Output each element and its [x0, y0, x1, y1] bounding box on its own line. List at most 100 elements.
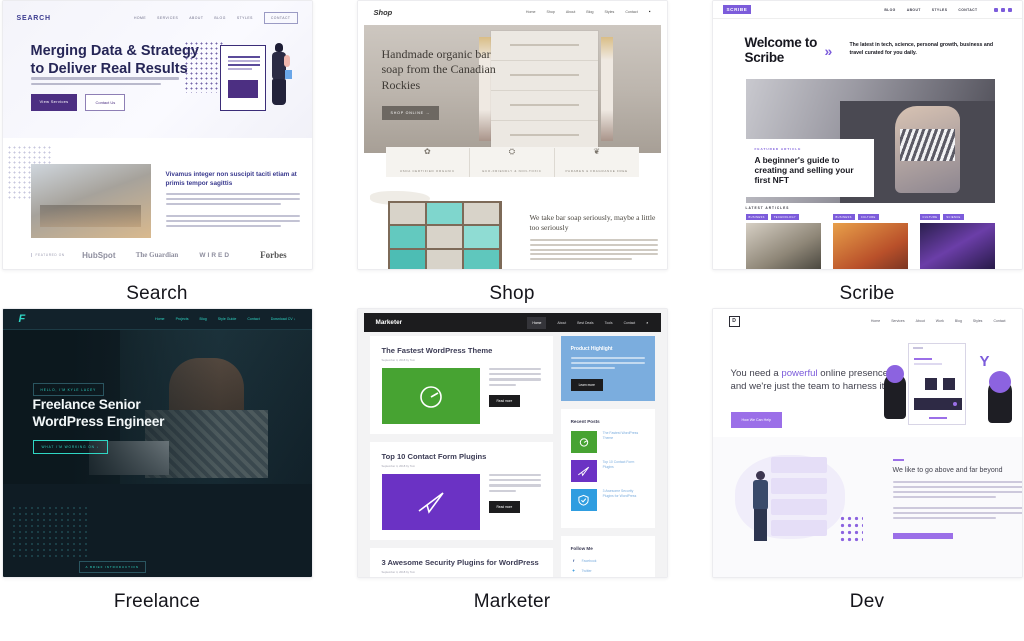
- search-nav-item[interactable]: SERVICES: [157, 16, 178, 20]
- read-more-button[interactable]: Read more: [488, 500, 521, 513]
- template-thumbnail-dev[interactable]: D Home Services About Work Blog Styles C…: [711, 308, 1023, 578]
- scribe-article-card[interactable]: BUSINESS CULTURE: [832, 214, 908, 269]
- learn-more-button[interactable]: Learn more: [570, 379, 603, 392]
- marketer-nav-item[interactable]: Contact: [624, 321, 636, 325]
- search-nav-item[interactable]: HOME: [134, 16, 146, 20]
- search-nav-item[interactable]: BLOG: [214, 16, 225, 20]
- marketer-nav-item[interactable]: About: [557, 321, 566, 325]
- dev-nav-item[interactable]: Home: [871, 319, 880, 323]
- template-tile-search[interactable]: SEARCH HOME SERVICES ABOUT BLOG STYLES C…: [0, 0, 314, 308]
- social-link[interactable]: ✦ Twitter: [571, 568, 645, 573]
- marketer-logo[interactable]: Marketer: [376, 319, 403, 326]
- freelance-nav-item[interactable]: Home: [155, 317, 165, 321]
- marketer-nav-item[interactable]: Tools: [605, 321, 613, 325]
- template-tile-freelance[interactable]: F Home Projects Blog Style Guide Contact…: [0, 308, 314, 641]
- freelance-nav-item[interactable]: Contact: [247, 317, 259, 321]
- post-title[interactable]: 3 Awesome Security Plugins for WordPress: [382, 558, 541, 567]
- template-tile-shop[interactable]: Shop Home Shop About Blog Styles Contact…: [355, 0, 669, 308]
- scribe-article-card[interactable]: BUSINESS TECHNOLOGY: [745, 214, 821, 269]
- template-thumbnail-freelance[interactable]: F Home Projects Blog Style Guide Contact…: [1, 308, 313, 578]
- linkedin-icon[interactable]: [1007, 7, 1012, 12]
- recent-post-title[interactable]: The Fastest WordPress Theme: [603, 431, 645, 441]
- template-label-dev: Dev: [849, 591, 885, 612]
- recent-post-item[interactable]: Top 10 Contact Form Plugins: [570, 460, 645, 483]
- scribe-latest-label: LATEST ARTICLES: [745, 206, 790, 210]
- social-link[interactable]: f Facebook: [571, 558, 645, 563]
- marketer-nav-item-active[interactable]: Home: [527, 316, 547, 329]
- scribe-article-card[interactable]: CULTURE SCIENCE: [919, 214, 995, 269]
- twitter-icon[interactable]: [993, 7, 998, 12]
- freelance-nav-item[interactable]: Projects: [176, 317, 189, 321]
- recent-post-item[interactable]: 3 Awesome Security Plugins for WordPress: [570, 489, 645, 512]
- tag[interactable]: BUSINESS: [832, 214, 855, 220]
- dev-logo[interactable]: D: [728, 315, 740, 327]
- tag[interactable]: SCIENCE: [943, 214, 964, 220]
- template-tile-marketer[interactable]: Marketer Home About Best Deals Tools Con…: [355, 308, 669, 641]
- template-thumbnail-search[interactable]: SEARCH HOME SERVICES ABOUT BLOG STYLES C…: [1, 0, 313, 270]
- search-nav-item[interactable]: STYLES: [237, 16, 253, 20]
- recent-post-title[interactable]: 3 Awesome Security Plugins for WordPress: [603, 489, 645, 499]
- template-thumbnail-shop[interactable]: Shop Home Shop About Blog Styles Contact…: [356, 0, 668, 270]
- social-label[interactable]: Twitter: [582, 569, 592, 573]
- dev-nav-item[interactable]: Contact: [993, 319, 1005, 323]
- search-nav-item[interactable]: ABOUT: [189, 16, 203, 20]
- dev-nav-item[interactable]: Styles: [973, 319, 983, 323]
- social-label[interactable]: Facebook: [582, 559, 597, 563]
- scribe-nav-item[interactable]: CONTACT: [958, 8, 977, 12]
- scribe-nav-item[interactable]: STYLES: [932, 8, 948, 12]
- marketer-post[interactable]: 3 Awesome Security Plugins for WordPress…: [369, 548, 553, 577]
- shop-nav-item[interactable]: Contact: [625, 10, 637, 14]
- template-thumbnail-scribe[interactable]: SCRIBE BLOG ABOUT STYLES CONTACT Welcome…: [711, 0, 1023, 270]
- scribe-nav-item[interactable]: BLOG: [884, 8, 895, 12]
- shop-nav-item[interactable]: About: [566, 10, 575, 14]
- scribe-article-image: [832, 223, 908, 269]
- post-title[interactable]: Top 10 Contact Form Plugins: [382, 452, 541, 461]
- dev-section-button[interactable]: [892, 533, 953, 539]
- template-thumbnail-marketer[interactable]: Marketer Home About Best Deals Tools Con…: [356, 308, 668, 578]
- template-tile-dev[interactable]: D Home Services About Work Blog Styles C…: [710, 308, 1024, 641]
- recent-post-item[interactable]: The Fastest WordPress Theme: [570, 431, 645, 454]
- marketer-nav-item[interactable]: Best Deals: [577, 321, 593, 325]
- template-tile-scribe[interactable]: SCRIBE BLOG ABOUT STYLES CONTACT Welcome…: [710, 0, 1024, 308]
- shield-check-icon: [570, 489, 597, 512]
- freelance-nav-item[interactable]: Style Guide: [218, 317, 237, 321]
- read-more-button[interactable]: Read more: [488, 394, 521, 407]
- marketer-preview: Marketer Home About Best Deals Tools Con…: [357, 309, 667, 577]
- shop-hero-button[interactable]: SHOP ONLINE →: [381, 106, 439, 120]
- scribe-featured-card[interactable]: FEATURED ARTICLE A beginner's guide to c…: [745, 139, 874, 197]
- brand-logo: HubSpot: [82, 250, 116, 260]
- search-icon[interactable]: ⌕: [646, 320, 648, 325]
- tag[interactable]: TECHNOLOGY: [770, 214, 799, 220]
- marketer-post[interactable]: The Fastest WordPress Theme September 4,…: [369, 336, 553, 434]
- search-contact-button[interactable]: CONTACT: [263, 12, 298, 24]
- search-logo[interactable]: SEARCH: [17, 15, 51, 22]
- freelance-nav-item[interactable]: Blog: [200, 317, 207, 321]
- tag[interactable]: BUSINESS: [745, 214, 768, 220]
- dev-nav-item[interactable]: Services: [891, 319, 904, 323]
- post-title[interactable]: The Fastest WordPress Theme: [382, 346, 541, 355]
- freelance-preview: F Home Projects Blog Style Guide Contact…: [2, 309, 312, 577]
- dev-nav-item[interactable]: Work: [936, 319, 944, 323]
- shop-nav-item[interactable]: Styles: [605, 10, 615, 14]
- instagram-icon[interactable]: [1000, 7, 1005, 12]
- search-primary-button[interactable]: View Services: [30, 94, 78, 111]
- marketer-post[interactable]: Top 10 Contact Form Plugins September 4,…: [369, 442, 553, 540]
- shop-nav-item[interactable]: Shop: [547, 10, 555, 14]
- dev-nav-item[interactable]: Blog: [955, 319, 962, 323]
- scribe-article-tags: BUSINESS CULTURE: [832, 214, 908, 220]
- tag[interactable]: CULTURE: [857, 214, 879, 220]
- scribe-logo[interactable]: SCRIBE: [722, 5, 752, 14]
- freelance-hero-button[interactable]: WHAT I'M WORKING ON ↓: [32, 440, 109, 454]
- recent-post-title[interactable]: Top 10 Contact Form Plugins: [603, 460, 645, 470]
- dev-nav-item[interactable]: About: [916, 319, 925, 323]
- scribe-nav-item[interactable]: ABOUT: [907, 8, 921, 12]
- shop-nav-item[interactable]: Blog: [586, 10, 593, 14]
- search-secondary-button[interactable]: Contact Us: [85, 94, 126, 111]
- shop-nav-item[interactable]: Home: [526, 10, 536, 14]
- freelance-logo[interactable]: F: [19, 313, 26, 325]
- shop-logo[interactable]: Shop: [374, 8, 393, 17]
- cart-icon[interactable]: ▪: [649, 9, 651, 15]
- tag[interactable]: CULTURE: [919, 214, 941, 220]
- dev-hero-button[interactable]: How We Can Help: [730, 412, 782, 428]
- freelance-download-cv[interactable]: Download CV ↓: [271, 317, 296, 321]
